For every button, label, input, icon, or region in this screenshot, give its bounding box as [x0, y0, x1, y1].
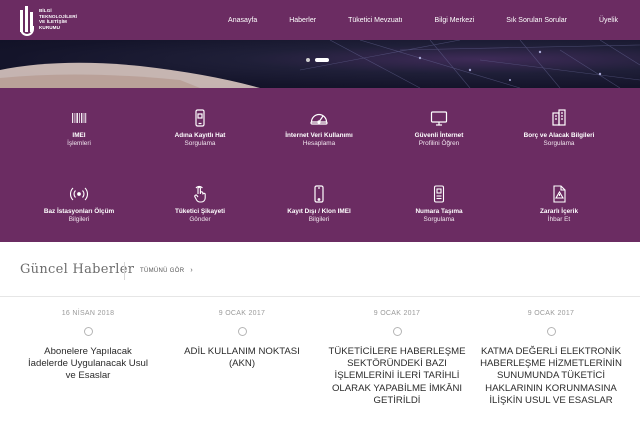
mobile-phone-icon	[314, 185, 324, 203]
news-date: 16 NİSAN 2018	[61, 310, 115, 317]
btk-logo[interactable]: BİLGİ TEKNOLOJİLERİ VE İLETİŞİM KURUMU	[18, 4, 80, 36]
view-all-label: TÜMÜNÜ GÖR	[140, 268, 185, 274]
news-headline[interactable]: TÜKETİCİLERE HABERLEŞME SEKTÖRÜNDEKİ BAZ…	[322, 346, 472, 407]
arrow-right-icon: ›	[190, 267, 193, 274]
service-title: Güvenli İnternet	[414, 132, 464, 139]
news-section-title: Güncel Haberler	[20, 262, 135, 277]
news-headline[interactable]: ADİL KULLANIM NOKTASI (AKN)	[167, 346, 317, 370]
service-title: Kayıt Dışı / Klon IMEI	[287, 208, 351, 215]
news-item[interactable]: 16 NİSAN 2018 Abonelere Yapılacak İadele…	[13, 310, 163, 383]
service-imei[interactable]: IMEI İşlemleri	[24, 108, 134, 147]
service-title: Numara Taşıma	[415, 208, 463, 215]
service-registered-line[interactable]: Adına Kayıtlı Hat Sorgulama	[145, 108, 255, 147]
news-item[interactable]: 9 OCAK 2017 TÜKETİCİLERE HABERLEŞME SEKT…	[322, 310, 472, 407]
network-graphic	[0, 40, 640, 88]
service-subtitle: İşlemleri	[67, 140, 91, 147]
service-data-usage[interactable]: İnternet Veri Kullanımı Hesaplama	[264, 108, 374, 147]
slider-dot[interactable]	[306, 58, 310, 62]
news-date: 9 OCAK 2017	[527, 310, 575, 317]
news-headline[interactable]: Abonelere Yapılacak İadelerde Uygulanaca…	[13, 346, 163, 383]
service-consumer-complaint[interactable]: Tüketici Şikayeti Gönder	[145, 184, 255, 223]
service-title: IMEI	[72, 132, 86, 139]
service-subtitle: Bilgileri	[308, 216, 330, 223]
nav-item-consumer-legislation[interactable]: Tüketici Mevzuatı	[332, 17, 418, 24]
service-clone-imei[interactable]: Kayıt Dışı / Klon IMEI Bilgileri	[264, 184, 374, 223]
news-timeline-line	[0, 296, 640, 297]
nav-item-membership[interactable]: Üyelik	[583, 17, 618, 24]
nav-item-home[interactable]: Anasayfa	[212, 17, 273, 24]
hand-touch-icon	[194, 185, 206, 203]
signal-tower-icon	[69, 187, 89, 201]
news-item[interactable]: 9 OCAK 2017 KATMA DEĞERLİ ELEKTRONİK HAB…	[476, 310, 626, 407]
services-panel: IMEI İşlemleri Adına Kayıtlı Hat Sorgula…	[0, 88, 640, 242]
news-item[interactable]: 9 OCAK 2017 ADİL KULLANIM NOKTASI (AKN)	[167, 310, 317, 370]
slider-dot-active[interactable]	[315, 58, 329, 62]
news-date: 9 OCAK 2017	[218, 310, 266, 317]
timeline-dot	[83, 327, 93, 336]
main-nav: Anasayfa Haberler Tüketici Mevzuatı Bilg…	[212, 0, 618, 40]
document-warning-icon	[553, 185, 566, 203]
service-number-porting[interactable]: Numara Taşıma Sorgulama	[384, 184, 494, 223]
logo-text: BİLGİ TEKNOLOJİLERİ VE İLETİŞİM KURUMU	[39, 8, 77, 30]
service-title: Baz İstasyonları Ölçüm	[43, 208, 115, 215]
slider-dots	[306, 58, 329, 62]
service-subtitle: İhbar Et	[547, 216, 571, 223]
monitor-icon	[430, 111, 448, 126]
service-title: Adına Kayıtlı Hat	[174, 132, 226, 139]
logo-mark-icon	[18, 4, 36, 36]
hero-banner[interactable]	[0, 40, 640, 88]
service-subtitle: Profilini Öğren	[418, 140, 460, 147]
view-all-news-link[interactable]: TÜMÜNÜ GÖR ›	[140, 267, 193, 274]
service-title: Tüketici Şikayeti	[174, 208, 226, 215]
news-title-divider	[124, 262, 125, 280]
service-subtitle: Hesaplama	[302, 140, 336, 147]
building-icon	[552, 109, 566, 126]
phone-sim-icon	[195, 109, 205, 127]
service-debt-credit[interactable]: Borç ve Alacak Bilgileri Sorgulama	[504, 108, 614, 147]
nav-item-faq[interactable]: Sık Sorulan Sorular	[490, 17, 583, 24]
speedometer-icon	[310, 113, 328, 125]
service-subtitle: Sorgulama	[543, 140, 575, 147]
service-title: Zararlı İçerik	[539, 208, 578, 215]
service-harmful-content[interactable]: Zararlı İçerik İhbar Et	[504, 184, 614, 223]
service-subtitle: Bilgileri	[68, 216, 90, 223]
timeline-dot	[546, 327, 556, 336]
timeline-dot	[237, 327, 247, 336]
service-subtitle: Sorgulama	[423, 216, 455, 223]
service-title: Borç ve Alacak Bilgileri	[523, 132, 595, 139]
nav-item-info-center[interactable]: Bilgi Merkezi	[419, 17, 491, 24]
logo-line: KURUMU	[39, 24, 61, 30]
service-base-station[interactable]: Baz İstasyonları Ölçüm Bilgileri	[24, 184, 134, 223]
site-header: BİLGİ TEKNOLOJİLERİ VE İLETİŞİM KURUMU A…	[0, 0, 640, 40]
news-headline[interactable]: KATMA DEĞERLİ ELEKTRONİK HABERLEŞME HİZM…	[476, 346, 626, 407]
service-title: İnternet Veri Kullanımı	[285, 132, 353, 139]
service-subtitle: Sorgulama	[184, 140, 216, 147]
service-safe-internet[interactable]: Güvenli İnternet Profilini Öğren	[384, 108, 494, 147]
service-subtitle: Gönder	[189, 216, 211, 223]
timeline-dot	[392, 327, 402, 336]
barcode-icon	[72, 113, 87, 123]
news-date: 9 OCAK 2017	[373, 310, 421, 317]
nav-item-news[interactable]: Haberler	[273, 17, 332, 24]
number-transfer-icon	[433, 185, 445, 203]
